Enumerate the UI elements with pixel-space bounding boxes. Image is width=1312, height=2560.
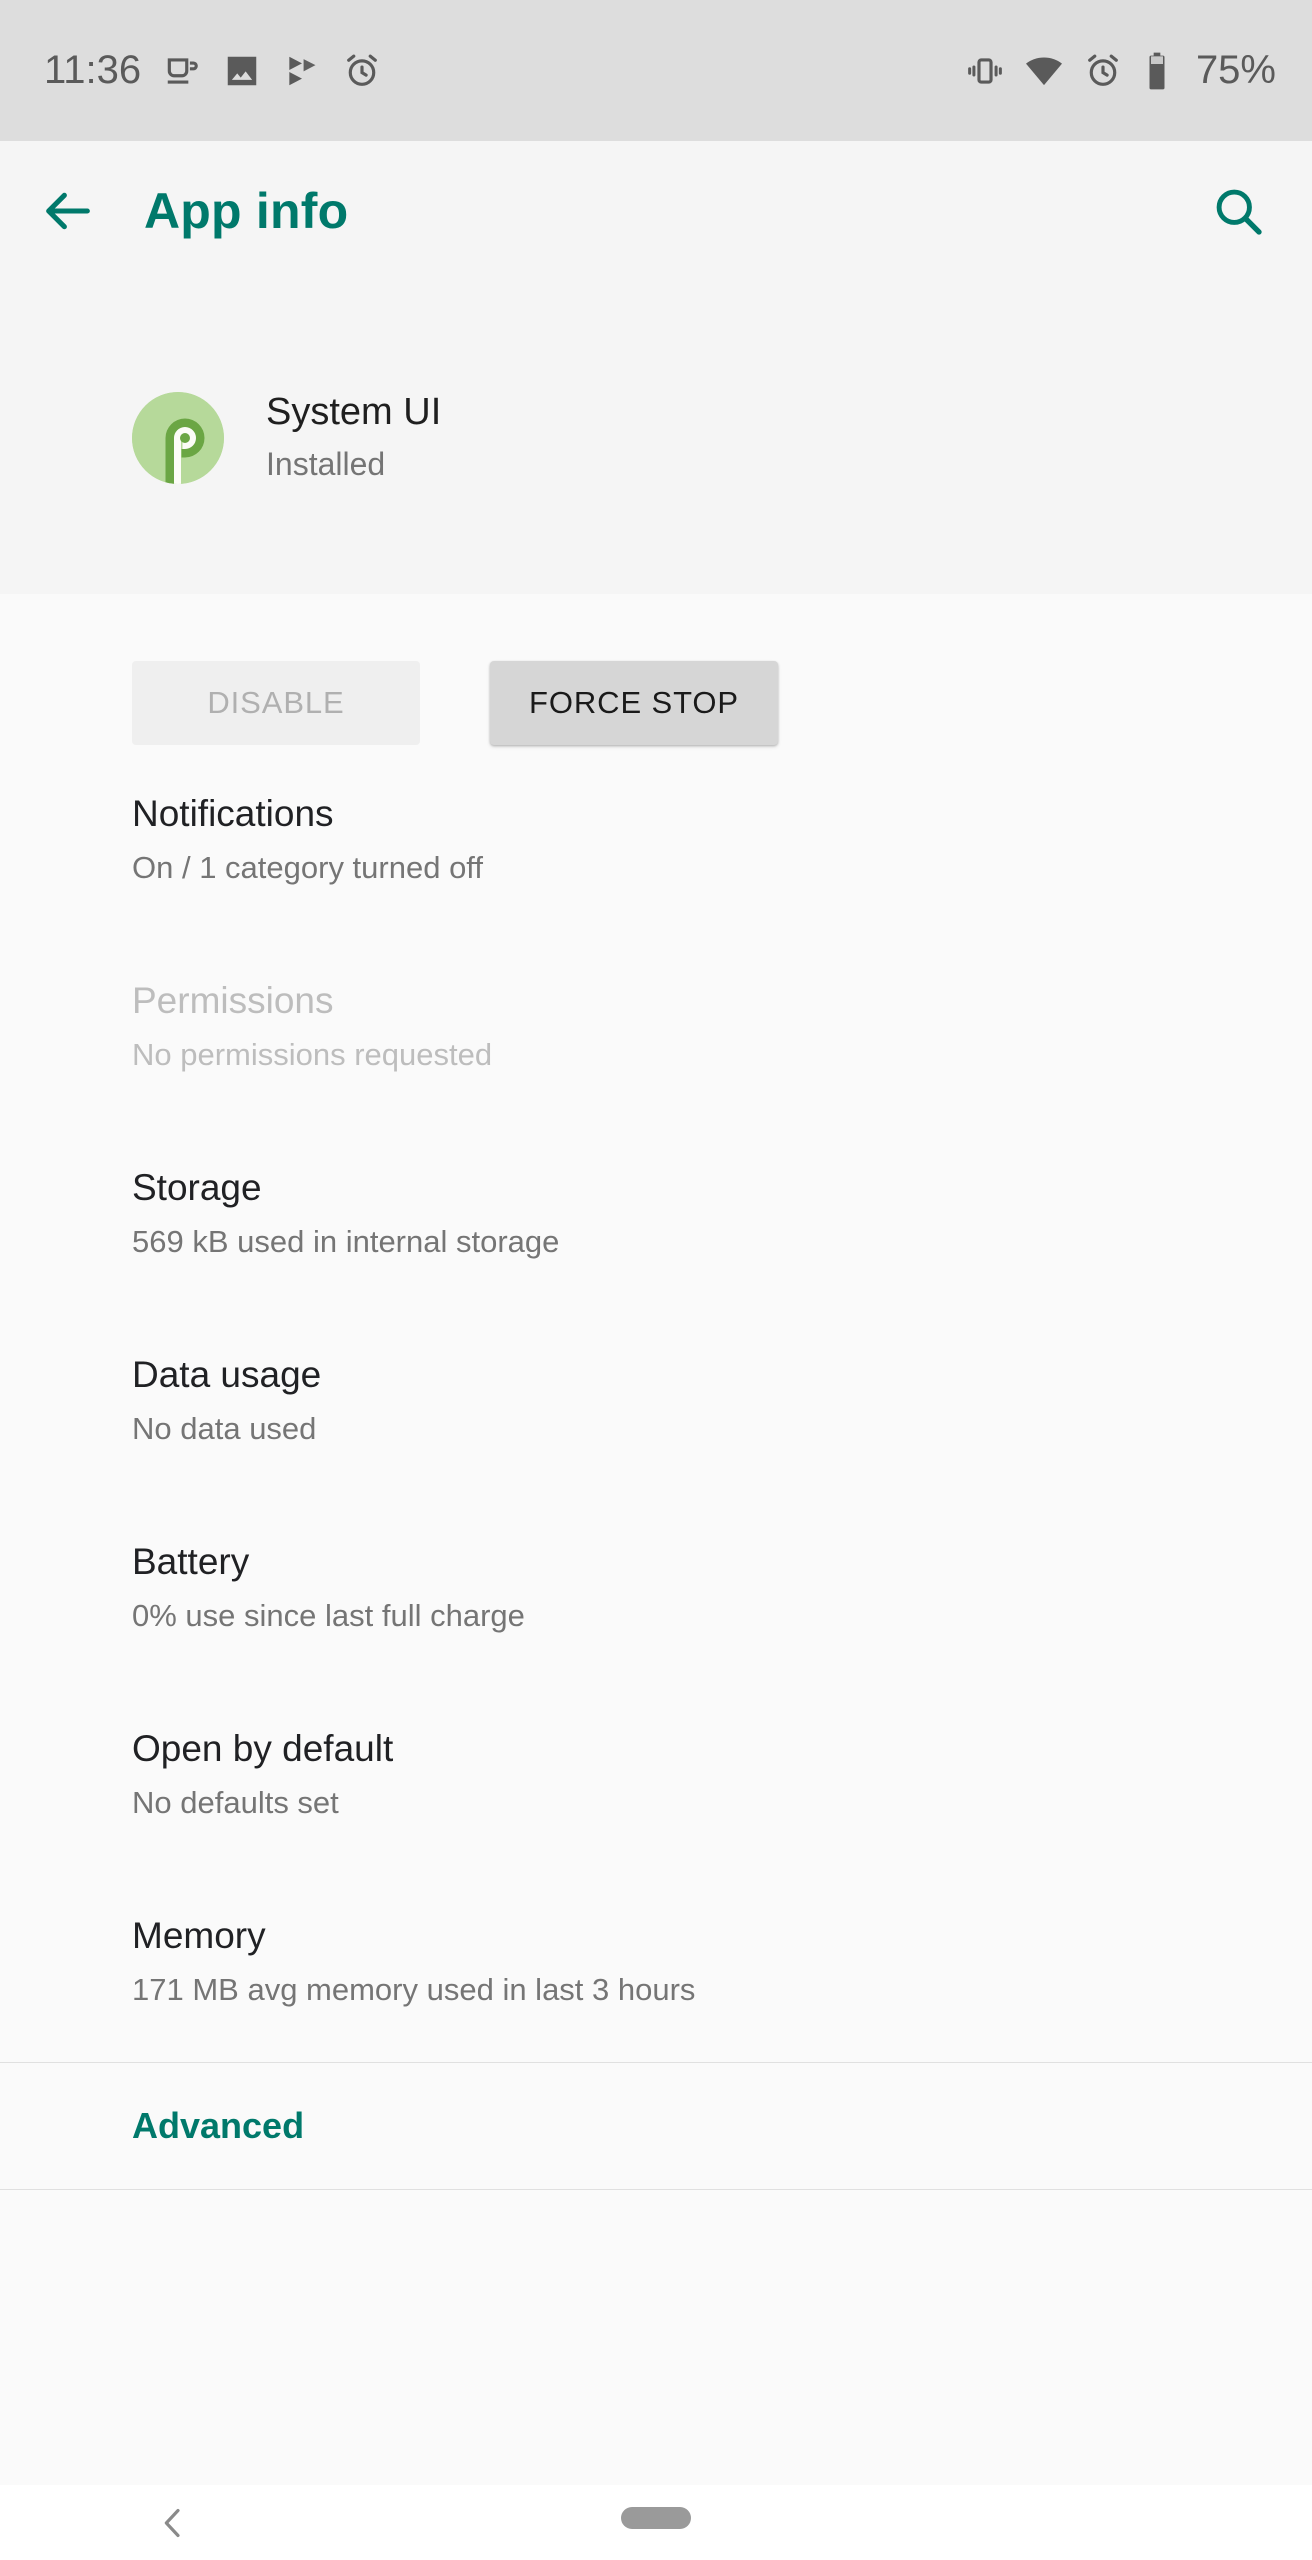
content-area: DISABLE FORCE STOP Notifications On / 1 … — [0, 594, 1312, 2190]
chevron-left-icon — [164, 2508, 180, 2537]
row-title: Data usage — [132, 1354, 322, 1395]
back-button[interactable] — [20, 163, 116, 259]
row-title: Open by default — [132, 1728, 394, 1769]
image-icon — [227, 56, 257, 85]
settings-list: Notifications On / 1 category turned off… — [0, 795, 1312, 2030]
app-meta: System UI Installed — [266, 389, 441, 486]
row-summary: No permissions requested — [132, 1037, 493, 1072]
row-title: Battery — [132, 1541, 250, 1582]
settings-row-data-usage[interactable]: Data usage No data used — [0, 1356, 1312, 1469]
app-info-screen: 11:36 75% App info System UI Installed D… — [0, 0, 1312, 2560]
row-title: Storage — [132, 1167, 262, 1208]
arrow-left-icon — [46, 192, 90, 230]
system-navigation-bar — [0, 2485, 1312, 2560]
row-summary: 171 MB avg memory used in last 3 hours — [132, 1972, 696, 2007]
battery-percent-label: 75% — [1195, 48, 1276, 92]
row-title: Memory — [132, 1915, 266, 1956]
nav-home-pill[interactable] — [621, 2507, 691, 2529]
row-spacer — [0, 1843, 1312, 1917]
row-title: Notifications — [132, 793, 334, 834]
list-bottom-spacer — [0, 2030, 1312, 2062]
row-summary: No data used — [132, 1411, 317, 1446]
row-spacer — [0, 1656, 1312, 1730]
divider-below-advanced — [0, 2189, 1312, 2190]
search-button[interactable] — [1192, 165, 1284, 257]
search-icon — [1216, 189, 1262, 235]
settings-row-storage[interactable]: Storage 569 kB used in internal storage — [0, 1169, 1312, 1282]
status-bar-right: 75% — [966, 48, 1276, 93]
row-summary: 569 kB used in internal storage — [132, 1224, 560, 1259]
action-bar: App info — [0, 141, 1312, 281]
battery-icon — [1149, 52, 1165, 89]
settings-row-open-by-default[interactable]: Open by default No defaults set — [0, 1730, 1312, 1843]
row-title: Permissions — [132, 980, 334, 1021]
action-buttons-row: DISABLE FORCE STOP — [0, 594, 1312, 745]
status-bar-left: 11:36 — [44, 48, 381, 93]
advanced-expand-button[interactable]: Advanced — [0, 2063, 1312, 2189]
app-header: System UI Installed — [0, 281, 1312, 594]
alarm-clock-icon — [347, 54, 378, 86]
app-icon — [132, 391, 224, 484]
row-spacer — [0, 1282, 1312, 1356]
row-summary: 0% use since last full charge — [132, 1598, 525, 1633]
alarm-clock-icon — [1088, 54, 1118, 86]
app-name: System UI — [266, 391, 442, 434]
nav-back-button[interactable] — [150, 2500, 196, 2546]
row-summary: On / 1 category turned off — [132, 850, 483, 885]
app-install-status: Installed — [266, 445, 386, 482]
row-summary: No defaults set — [132, 1785, 339, 1820]
vibrate-icon — [968, 57, 1002, 84]
settings-row-notifications[interactable]: Notifications On / 1 category turned off — [0, 795, 1312, 908]
status-bar-clock: 11:36 — [44, 48, 142, 92]
page-title: App info — [144, 183, 349, 239]
row-spacer — [0, 1469, 1312, 1543]
settings-row-memory[interactable]: Memory 171 MB avg memory used in last 3 … — [0, 1917, 1312, 2030]
wifi-icon — [1025, 57, 1062, 85]
disable-button[interactable]: DISABLE — [132, 661, 420, 745]
row-spacer — [0, 1095, 1312, 1169]
coffee-cup-icon — [167, 57, 198, 84]
settings-row-permissions: Permissions No permissions requested — [0, 982, 1312, 1095]
force-stop-button[interactable]: FORCE STOP — [490, 661, 778, 745]
status-bar: 11:36 75% — [0, 0, 1312, 141]
play-protect-icon — [289, 56, 316, 85]
row-spacer — [0, 908, 1312, 982]
android-pie-logo — [132, 391, 224, 484]
settings-row-battery[interactable]: Battery 0% use since last full charge — [0, 1543, 1312, 1656]
